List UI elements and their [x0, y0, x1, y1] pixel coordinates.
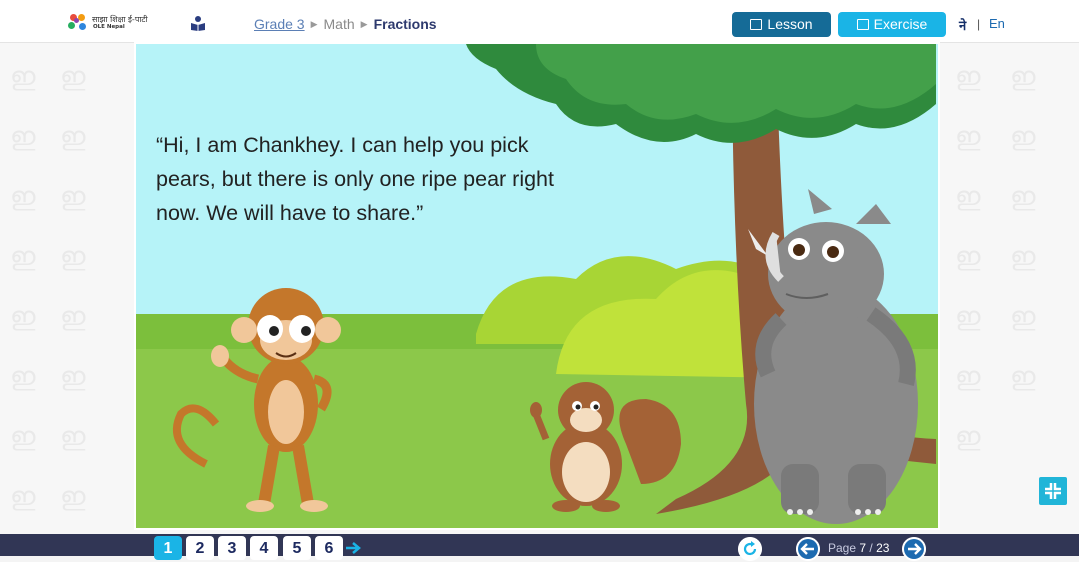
language-nepali[interactable]: ने	[959, 16, 966, 34]
page-button-1[interactable]: 1	[154, 536, 182, 560]
pencil-note-icon	[856, 19, 869, 30]
page-button-6[interactable]: 6	[315, 536, 343, 560]
breadcrumb-separator-icon: ▶	[310, 19, 318, 29]
refresh-icon[interactable]	[738, 537, 762, 561]
exercise-button[interactable]: Exercise	[838, 12, 946, 37]
ole-nepal-logo[interactable]: साझा शिक्षा ई-पाटी OLE Nepal	[66, 12, 166, 34]
breadcrumb: Grade 3 ▶ Math ▶ Fractions	[254, 16, 437, 32]
page-indicator-current: 7	[859, 541, 867, 555]
language-separator: |	[977, 17, 981, 31]
expand-icon[interactable]	[1039, 477, 1067, 505]
lesson-button-label: Lesson	[767, 16, 813, 32]
breadcrumb-current: Fractions	[373, 16, 437, 32]
breadcrumb-subject[interactable]: Math	[324, 16, 355, 32]
page-button-5[interactable]: 5	[283, 536, 311, 560]
lesson-button[interactable]: Lesson	[732, 12, 831, 37]
story-illustration: “Hi, I am Chankhey. I can help you pick …	[134, 42, 940, 530]
page-indicator-prefix: Page	[828, 541, 857, 555]
reader-icon[interactable]	[190, 15, 206, 31]
language-english[interactable]: En	[989, 16, 1005, 31]
page-navigation-bar: 1 2 3 4 5 6 Page 7 / 23	[0, 534, 1079, 561]
page-button-3[interactable]: 3	[218, 536, 246, 560]
top-bar: साझा शिक्षा ई-पाटी OLE Nepal Grade 3 ▶ Mat…	[0, 0, 1079, 43]
arrow-right-icon[interactable]	[346, 542, 362, 554]
logo-text-english: OLE Nepal	[93, 24, 125, 30]
exercise-button-label: Exercise	[873, 16, 928, 32]
page-indicator-separator: /	[869, 541, 873, 555]
book-icon	[750, 19, 763, 30]
page-indicator-total: 23	[876, 541, 890, 555]
breadcrumb-separator-icon: ▶	[360, 19, 368, 29]
breadcrumb-grade[interactable]: Grade 3	[254, 16, 305, 32]
page-indicator: Page 7 / 23	[828, 541, 889, 555]
prev-page-icon[interactable]	[796, 537, 820, 561]
story-text: “Hi, I am Chankhey. I can help you pick …	[156, 133, 554, 225]
page-button-2[interactable]: 2	[186, 536, 214, 560]
story-scene-art	[136, 44, 938, 528]
next-page-icon[interactable]	[902, 537, 926, 561]
page-button-4[interactable]: 4	[250, 536, 278, 560]
